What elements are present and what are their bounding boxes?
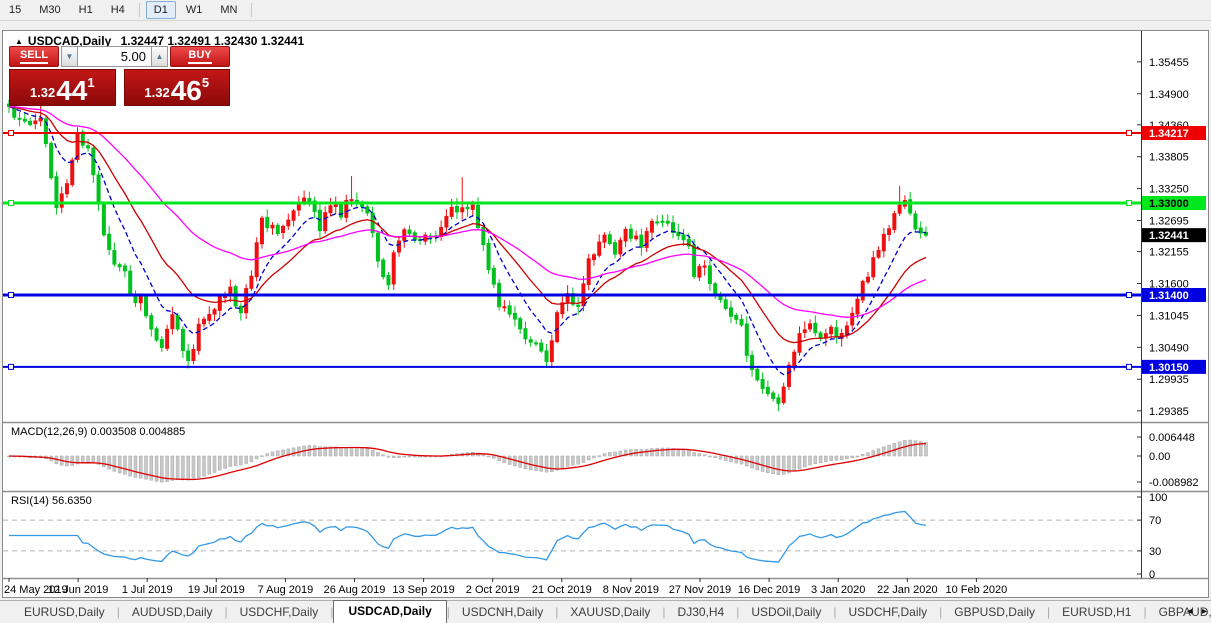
svg-text:0.00: 0.00 [1149,451,1170,463]
one-click-trading-panel: SELL ▼ ▲ BUY 1.32441 1.32465 [9,46,230,106]
tab-usdchf-daily[interactable]: USDCHF,Daily [836,602,939,623]
rsi-indicator-label: RSI(14) 56.6350 [11,495,92,507]
svg-text:0.006448: 0.006448 [1149,432,1195,444]
sell-button[interactable]: SELL [9,46,59,67]
tabs-scroll-left-icon[interactable]: ◂ [1187,606,1192,617]
tab-gbpusd-daily[interactable]: GBPUSD,Daily [942,602,1047,623]
hline-anchor-handle [1126,130,1132,137]
svg-text:16 Dec 2019: 16 Dec 2019 [738,584,800,596]
tab-eurusd-h1[interactable]: EURUSD,H1 [1050,602,1143,623]
toolbar-separator [138,3,140,17]
svg-text:1.33250: 1.33250 [1149,184,1189,196]
volume-decrease-button[interactable]: ▼ [61,46,77,67]
volume-input[interactable] [77,46,152,67]
svg-text:1.33805: 1.33805 [1149,152,1189,164]
svg-text:1 Jul 2019: 1 Jul 2019 [122,584,173,596]
svg-text:10 Feb 2020: 10 Feb 2020 [946,584,1008,596]
svg-text:21 Oct 2019: 21 Oct 2019 [532,584,592,596]
svg-text:7 Aug 2019: 7 Aug 2019 [258,584,314,596]
hline-anchor-handle [8,200,14,206]
tab-usdcad-daily[interactable]: USDCAD,Daily [333,600,447,623]
tab-scroll-controls: ◂ ▸ [1187,606,1207,617]
tab-xauusd-daily[interactable]: XAUUSD,Daily [558,602,662,623]
tabs-scroll-right-icon[interactable]: ▸ [1202,606,1207,617]
collapse-panel-icon[interactable]: ▲ [15,37,23,46]
hline-anchor-handle [8,363,14,370]
chart-canvas[interactable]: 1.354551.349001.343601.338051.332501.326… [3,31,1208,597]
svg-text:1.29935: 1.29935 [1149,374,1189,386]
timeframe-button-w1[interactable]: W1 [178,1,211,19]
chart-window[interactable]: ▲ USDCAD,Daily 1.32447 1.32491 1.32430 1.… [2,30,1209,598]
svg-text:1.34900: 1.34900 [1149,89,1189,101]
volume-increase-button[interactable]: ▲ [152,46,168,67]
svg-text:1.34217: 1.34217 [1149,128,1189,140]
svg-text:26 Aug 2019: 26 Aug 2019 [324,584,386,596]
svg-text:30: 30 [1149,546,1161,558]
svg-text:1.31045: 1.31045 [1149,310,1189,322]
sell-price-display[interactable]: 1.32 44 1 [9,69,116,106]
hline-anchor-handle [1126,363,1132,370]
buy-button[interactable]: BUY [170,46,230,67]
chart-tabs-bar: EURUSD,Daily | AUDUSD,Daily | USDCHF,Daily | U… [0,600,1211,623]
svg-text:1.32695: 1.32695 [1149,216,1189,228]
svg-text:1.31400: 1.31400 [1149,290,1189,302]
timeframe-toolbar: 15 M30 H1 H4 D1 W1 MN [0,0,1211,21]
svg-text:100: 100 [1149,492,1167,504]
timeframe-button-h1[interactable]: H1 [71,1,101,19]
svg-text:1.33000: 1.33000 [1149,198,1189,210]
svg-text:1.30490: 1.30490 [1149,342,1189,354]
svg-text:1.32155: 1.32155 [1149,247,1189,259]
svg-text:-0.008982: -0.008982 [1149,477,1199,489]
tab-usdchf-daily[interactable]: USDCHF,Daily [228,602,331,623]
timeframe-button-h4[interactable]: H4 [103,1,133,19]
tab-usdcnh-daily[interactable]: USDCNH,Daily [450,602,555,623]
timeframe-button-d1[interactable]: D1 [145,1,176,19]
svg-text:8 Nov 2019: 8 Nov 2019 [603,584,659,596]
svg-text:2 Oct 2019: 2 Oct 2019 [466,584,520,596]
svg-text:1.32441: 1.32441 [1149,230,1189,242]
mt4-terminal: { "toolbar": { "timeframes": ["15","M30"… [0,0,1211,623]
hline-anchor-handle [1126,292,1132,298]
svg-text:1.30150: 1.30150 [1149,362,1189,374]
tab-usdoil-daily[interactable]: USDOil,Daily [739,602,833,623]
svg-text:27 Nov 2019: 27 Nov 2019 [669,584,731,596]
timeframe-button-mn[interactable]: MN [212,1,245,19]
timeframe-button-m30[interactable]: M30 [31,1,68,19]
hline-anchor-handle [1126,200,1132,206]
tab-eurusd-daily[interactable]: EURUSD,Daily [12,602,117,623]
svg-text:0: 0 [1149,569,1155,581]
svg-text:22 Jan 2020: 22 Jan 2020 [877,584,938,596]
svg-text:13 Sep 2019: 13 Sep 2019 [392,584,454,596]
svg-text:1.35455: 1.35455 [1149,57,1189,69]
buy-price-display[interactable]: 1.32 46 5 [123,69,230,106]
tab-dj30-h4[interactable]: DJ30,H4 [666,602,737,623]
svg-text:1.29385: 1.29385 [1149,406,1189,418]
timeframe-button-15[interactable]: 15 [1,1,29,19]
tab-audusd-daily[interactable]: AUDUSD,Daily [120,602,225,623]
svg-text:19 Jul 2019: 19 Jul 2019 [188,584,245,596]
toolbar-separator [251,3,253,17]
svg-text:70: 70 [1149,515,1161,527]
macd-indicator-label: MACD(12,26,9) 0.003508 0.004885 [11,426,186,438]
hline-anchor-handle [8,130,14,137]
hline-anchor-handle [8,292,14,298]
svg-text:12 Jun 2019: 12 Jun 2019 [48,584,109,596]
svg-text:3 Jan 2020: 3 Jan 2020 [811,584,865,596]
